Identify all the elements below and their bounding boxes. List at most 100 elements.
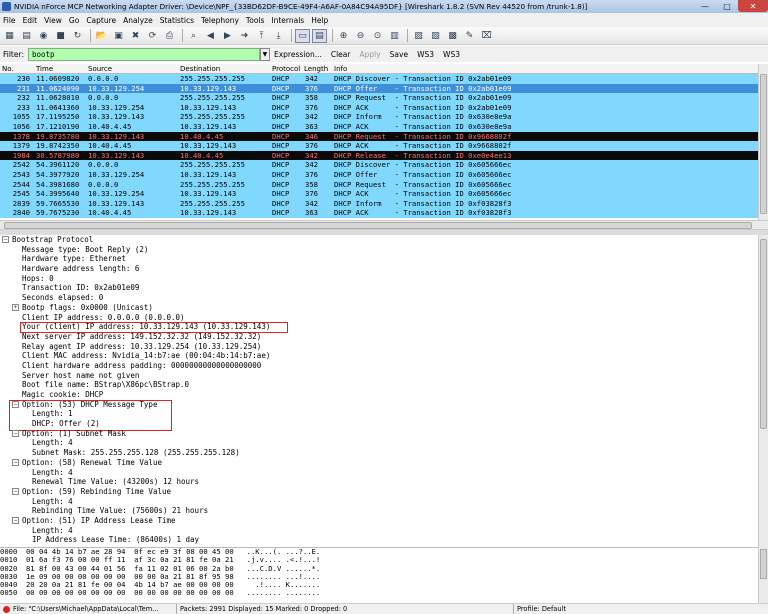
display-filters-icon[interactable]: ▨ xyxy=(428,29,443,43)
status-profile[interactable]: Profile: Default xyxy=(517,605,566,613)
menu-file[interactable]: File xyxy=(3,16,16,25)
auto-scroll-icon[interactable]: ▤ xyxy=(312,28,327,43)
detail-row[interactable]: − Option: (59) Rebinding Time Value xyxy=(0,487,758,497)
capture-options-icon[interactable]: ▤ xyxy=(19,29,34,43)
detail-row[interactable]: Hops: 0 xyxy=(0,274,758,284)
detail-row[interactable]: Transaction ID: 0x2ab01e09 xyxy=(0,283,758,293)
packet-row[interactable]: 1379 19.8742350 10.40.4.45 10.33.129.143 DHC… xyxy=(0,141,758,151)
detail-row[interactable]: Subnet Mask: 255.255.255.128 (255.255.25… xyxy=(0,448,758,458)
zoom-normal-icon[interactable]: ⊙ xyxy=(370,29,385,43)
go-forward-icon[interactable]: ▶ xyxy=(220,29,235,43)
colorize-icon[interactable]: ▭ xyxy=(295,28,310,43)
filter-dropdown-icon[interactable]: ▼ xyxy=(259,47,270,61)
detail-row[interactable]: Message type: Boot Reply (2) xyxy=(0,245,758,255)
detail-row[interactable]: Length: 4 xyxy=(0,468,758,478)
find-packet-icon[interactable]: ⌕ xyxy=(186,29,201,43)
column-info[interactable]: Info xyxy=(334,65,347,73)
reload-icon[interactable]: ⟳ xyxy=(145,29,160,43)
go-to-packet-icon[interactable]: ➜ xyxy=(237,29,252,43)
stop-capture-icon[interactable]: ■ xyxy=(53,29,68,43)
column-source[interactable]: Source xyxy=(88,65,112,73)
restart-capture-icon[interactable]: ↻ xyxy=(70,29,85,43)
detail-row[interactable]: Your (client) IP address: 10.33.129.143 … xyxy=(0,322,758,332)
packet-list-scrollbar[interactable] xyxy=(758,64,768,220)
packet-row[interactable]: 231 11.0624090 10.33.129.254 10.33.129.143 D… xyxy=(0,83,758,94)
collapse-icon[interactable]: − xyxy=(12,458,19,466)
detail-row[interactable]: Client MAC address: Nvidia_14:b7:ae (00:… xyxy=(0,351,758,361)
expand-icon[interactable]: + xyxy=(12,303,19,311)
packet-row[interactable]: 2543 54.3977920 10.33.129.254 10.33.129.143… xyxy=(0,169,758,180)
interfaces-icon[interactable]: ▦ xyxy=(2,29,17,43)
detail-row[interactable]: Client IP address: 0.0.0.0 (0.0.0.0) xyxy=(0,313,758,323)
detail-row[interactable]: Hardware address length: 6 xyxy=(0,264,758,274)
column-no[interactable]: No. xyxy=(2,65,14,73)
menu-analyze[interactable]: Analyze xyxy=(123,16,153,25)
packet-list-horizontal-scrollbar[interactable] xyxy=(0,220,768,230)
details-scrollbar[interactable] xyxy=(758,235,768,547)
detail-row[interactable]: Length: 1 xyxy=(0,409,758,419)
menu-internals[interactable]: Internals xyxy=(271,16,304,25)
collapse-icon[interactable]: − xyxy=(12,429,19,437)
detail-row[interactable]: Relay agent IP address: 10.33.129.254 (1… xyxy=(0,342,758,352)
detail-row[interactable]: DHCP: Offer (2) xyxy=(0,419,758,429)
detail-row[interactable]: Length: 4 xyxy=(0,438,758,448)
detail-row[interactable]: Renewal Time Value: (43200s) 12 hours xyxy=(0,477,758,487)
packet-row[interactable]: 2545 54.3995640 10.33.129.254 10.33.129.143… xyxy=(0,189,758,199)
packet-row[interactable]: 233 11.0641360 10.33.129.254 10.33.129.143 D… xyxy=(0,102,758,113)
detail-row[interactable]: Server host name not given xyxy=(0,371,758,381)
expression-button[interactable]: Expression... xyxy=(274,50,322,59)
detail-row[interactable]: Boot file name: BStrap\X86pc\BStrap.0 xyxy=(0,380,758,390)
collapse-icon[interactable]: − xyxy=(12,400,19,408)
first-packet-icon[interactable]: ⤒ xyxy=(254,29,269,43)
packet-row[interactable]: 2839 59.7665530 10.33.129.143 255.255.255.2… xyxy=(0,198,758,209)
menu-help[interactable]: Help xyxy=(311,16,328,25)
display-filter-input[interactable]: bootp xyxy=(27,47,260,61)
collapse-icon[interactable]: − xyxy=(2,236,9,243)
column-length[interactable]: Length xyxy=(304,65,328,73)
packet-row[interactable]: 2542 54.3961120 0.0.0.0 255.255.255.255 DHCP… xyxy=(0,160,758,170)
save-filter-button[interactable]: Save xyxy=(390,50,408,59)
bytes-scrollbar[interactable] xyxy=(758,547,768,603)
detail-row[interactable]: Client hardware address padding: 0000000… xyxy=(0,361,758,371)
menu-edit[interactable]: Edit xyxy=(23,16,38,25)
collapse-icon[interactable]: − xyxy=(12,516,19,524)
menu-telephony[interactable]: Telephony xyxy=(201,16,239,25)
coloring-rules-icon[interactable]: ▩ xyxy=(445,29,460,43)
close-file-icon[interactable]: ✖ xyxy=(128,29,143,43)
detail-row[interactable]: Seconds elapsed: 0 xyxy=(0,293,758,303)
minimize-button[interactable]: — xyxy=(694,0,716,12)
detail-row[interactable]: Hardware type: Ethernet xyxy=(0,254,758,264)
detail-row[interactable]: − Option: (53) DHCP Message Type xyxy=(0,400,758,410)
clear-button[interactable]: Clear xyxy=(331,50,351,59)
ws3-button[interactable]: WS3 xyxy=(417,50,434,59)
save-file-icon[interactable]: ▣ xyxy=(111,29,126,43)
column-time[interactable]: Time xyxy=(36,65,53,73)
zoom-in-icon[interactable]: ⊕ xyxy=(336,29,351,43)
collapse-icon[interactable]: − xyxy=(12,487,19,495)
expert-info-icon[interactable] xyxy=(3,605,10,613)
column-destination[interactable]: Destination xyxy=(180,65,220,73)
detail-row[interactable]: IP Address Lease Time: (86400s) 1 day xyxy=(0,535,758,545)
detail-row[interactable]: Rebinding Time Value: (75600s) 21 hours xyxy=(0,506,758,516)
detail-row[interactable]: − Option: (51) IP Address Lease Time xyxy=(0,516,758,526)
resize-columns-icon[interactable]: ▥ xyxy=(387,29,402,43)
zoom-out-icon[interactable]: ⊖ xyxy=(353,29,368,43)
menu-tools[interactable]: Tools xyxy=(246,16,264,25)
detail-row[interactable]: Next server IP address: 149.152.32.32 (1… xyxy=(0,332,758,342)
ws3-button-2[interactable]: WS3 xyxy=(443,50,460,59)
detail-row[interactable]: − Bootstrap Protocol xyxy=(0,235,758,245)
packet-row[interactable]: 1056 17.1210190 10.40.4.45 10.33.129.143 DHC… xyxy=(0,121,758,132)
packet-row[interactable]: 2544 54.3981680 0.0.0.0 255.255.255.255 DHCP… xyxy=(0,179,758,190)
detail-row[interactable]: Magic cookie: DHCP xyxy=(0,390,758,400)
detail-row[interactable]: + Bootp flags: 0x0000 (Unicast) xyxy=(0,303,758,313)
capture-filters-icon[interactable]: ▧ xyxy=(411,29,426,43)
packet-row[interactable]: 232 11.0628010 0.0.0.0 255.255.255.255 DHCP 3… xyxy=(0,93,758,103)
close-button[interactable]: ✕ xyxy=(738,0,768,12)
packet-row[interactable]: 1055 17.1195250 10.33.129.143 255.255.255.2… xyxy=(0,112,758,122)
packet-row[interactable]: 230 11.0609820 0.0.0.0 255.255.255.255 DHCP 3… xyxy=(0,74,758,84)
detail-row[interactable]: − Option: (58) Renewal Time Value xyxy=(0,458,758,468)
packet-row[interactable]: 1378 19.8735780 10.33.129.143 10.40.4.45 DHC… xyxy=(0,131,758,142)
open-file-icon[interactable]: 📂 xyxy=(94,29,109,43)
column-protocol[interactable]: Protocol xyxy=(272,65,300,73)
start-capture-icon[interactable]: ◉ xyxy=(36,29,51,43)
